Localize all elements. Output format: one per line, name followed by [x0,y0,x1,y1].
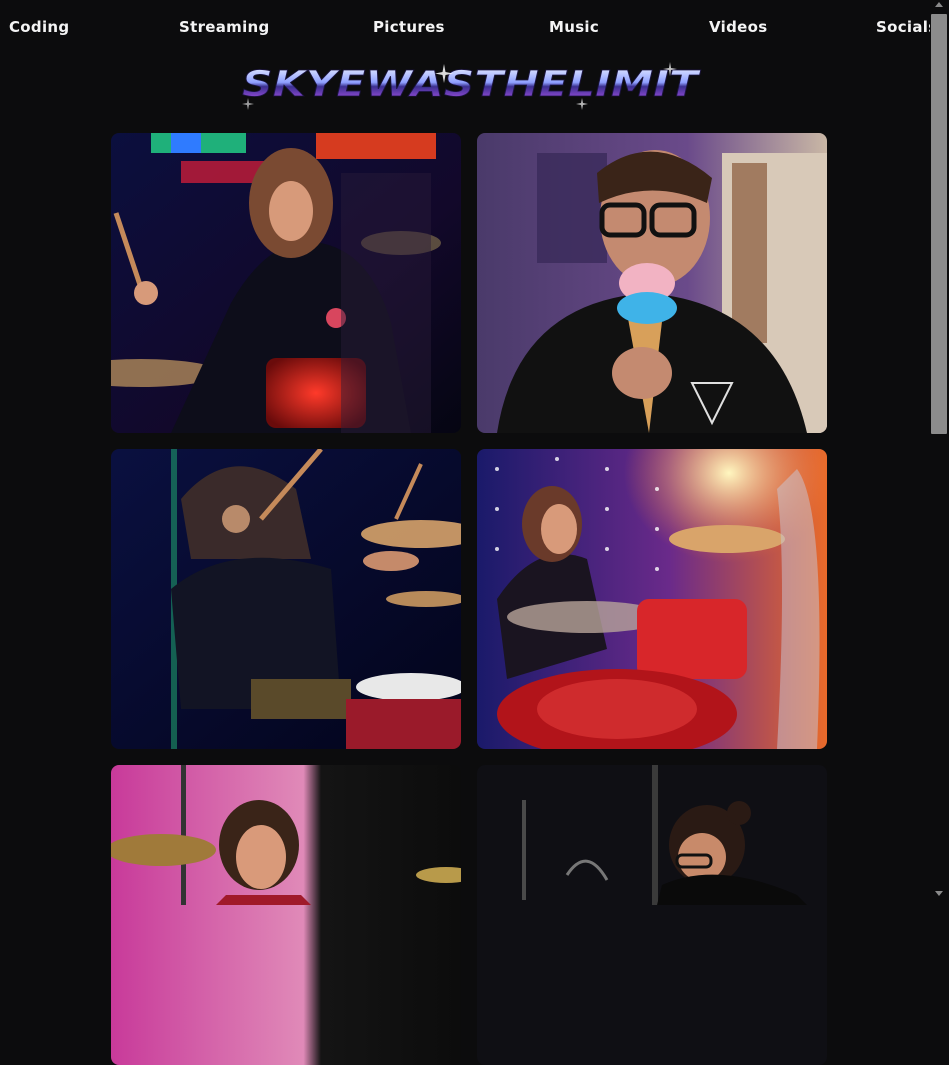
site-logo-text: SKYEWASTHELIMIT [242,64,701,105]
photo-drummer-red-kit [477,449,827,749]
gallery-photo-4[interactable] [477,449,827,749]
nav-link-music[interactable]: Music [549,18,599,36]
site-logo[interactable]: SKYEWASTHELIMIT [238,58,702,110]
gallery-photo-6[interactable] [477,765,827,1065]
nav-link-pictures[interactable]: Pictures [373,18,445,36]
photo-ice-cream [477,133,827,433]
nav-link-streaming[interactable]: Streaming [179,18,270,36]
top-navigation: Coding Streaming Pictures Music Videos S… [0,0,937,56]
photo-drummer-blue [111,449,461,749]
scroll-up-arrow-icon[interactable] [935,2,943,7]
nav-link-socials[interactable]: Socials [876,18,937,36]
nav-link-videos[interactable]: Videos [709,18,767,36]
gallery-photo-1[interactable] [111,133,461,433]
gallery-photo-5[interactable] [111,765,461,1065]
scroll-down-arrow-icon[interactable] [935,891,943,896]
gallery-photo-3[interactable] [111,449,461,749]
photo-smiling-cymbals [111,765,461,1065]
nav-link-coding[interactable]: Coding [9,18,69,36]
vertical-scrollbar[interactable] [930,0,949,898]
photo-drummer-neon [111,133,461,433]
scrollbar-thumb[interactable] [931,14,947,434]
photo-drummer-bun [477,765,827,1065]
gallery-photo-2[interactable] [477,133,827,433]
